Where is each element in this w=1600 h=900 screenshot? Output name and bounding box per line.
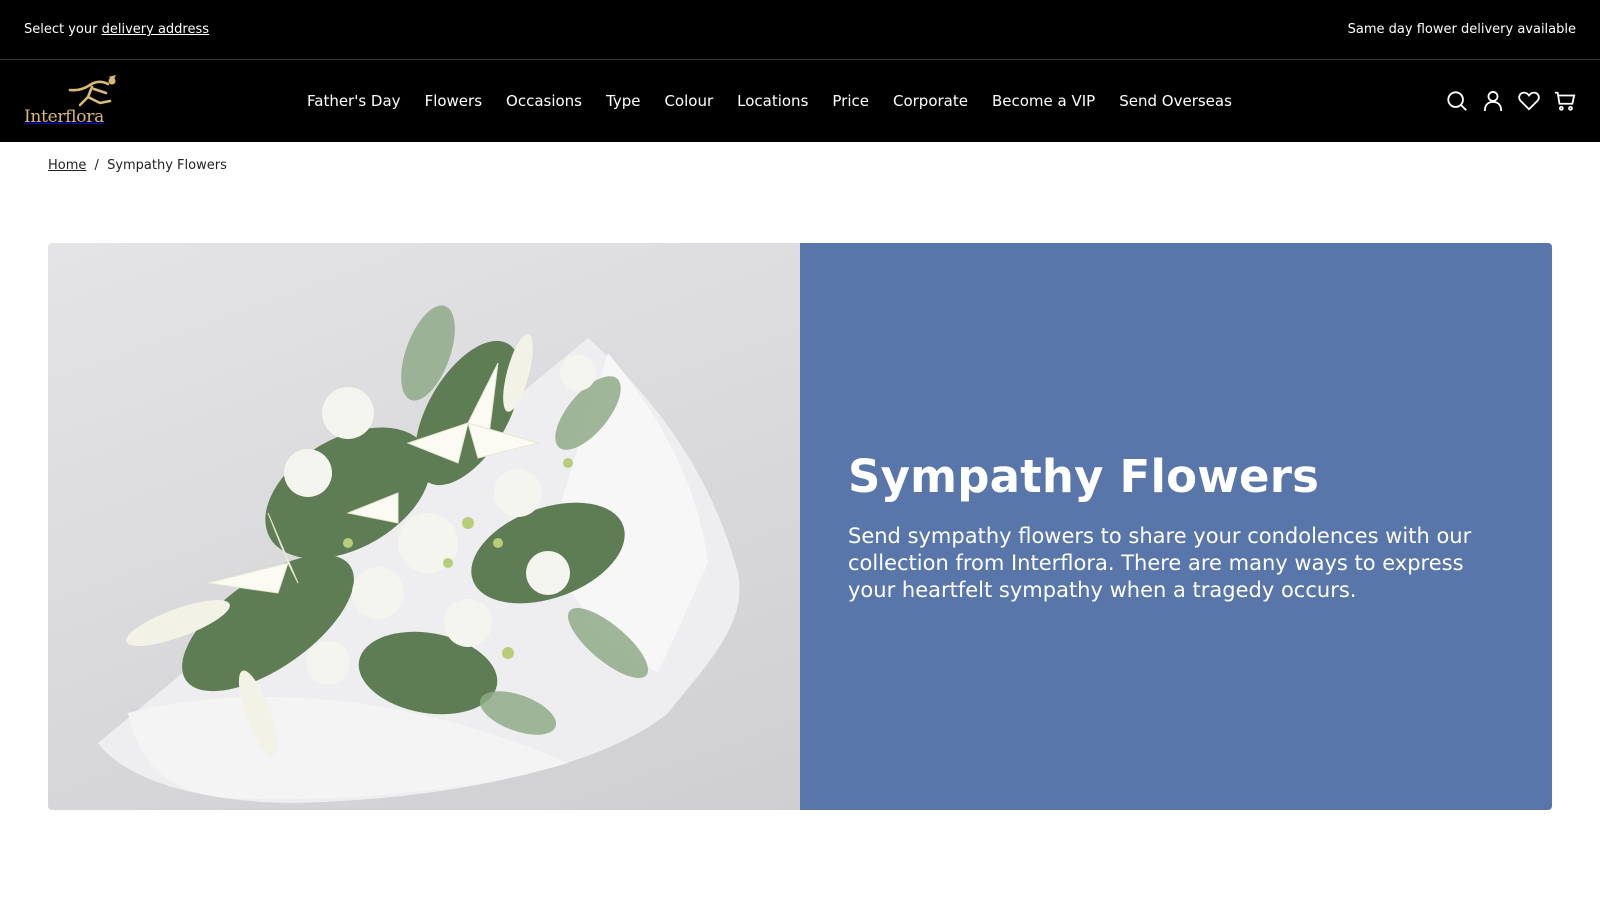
delivery-prefix: Select your [24, 22, 98, 37]
mercury-runner-icon [68, 75, 116, 107]
category-hero: Sympathy Flowers Send sympathy flowers t… [48, 243, 1552, 810]
page-description: Send sympathy flowers to share your cond… [848, 523, 1472, 602]
breadcrumb-separator: / [94, 158, 99, 173]
delivery-address-link[interactable]: delivery address [102, 22, 209, 37]
same-day-delivery-note: Same day flower delivery available [1347, 22, 1576, 37]
hero-text-panel: Sympathy Flowers Send sympathy flowers t… [800, 243, 1552, 810]
nav-corporate[interactable]: Corporate [893, 92, 968, 110]
site-header: Interflora Father's Day Flowers Occasion… [0, 60, 1600, 142]
wishlist-heart-icon[interactable] [1518, 90, 1540, 112]
main-navigation: Father's Day Flowers Occasions Type Colo… [307, 60, 1232, 142]
sympathy-bouquet-image [48, 243, 800, 810]
nav-price[interactable]: Price [832, 92, 869, 110]
nav-fathers-day[interactable]: Father's Day [307, 92, 401, 110]
cart-icon[interactable] [1554, 90, 1576, 112]
delivery-address-prompt: Select your delivery address [24, 22, 209, 37]
search-icon[interactable] [1446, 90, 1468, 112]
account-icon[interactable] [1482, 90, 1504, 112]
breadcrumb: Home / Sympathy Flowers [48, 158, 227, 173]
breadcrumb-home[interactable]: Home [48, 158, 86, 173]
nav-type[interactable]: Type [606, 92, 640, 110]
nav-become-a-vip[interactable]: Become a VIP [992, 92, 1095, 110]
page-title: Sympathy Flowers [848, 449, 1320, 503]
nav-flowers[interactable]: Flowers [425, 92, 482, 110]
nav-send-overseas[interactable]: Send Overseas [1119, 92, 1232, 110]
interflora-logo[interactable]: Interflora [24, 75, 128, 127]
nav-locations[interactable]: Locations [737, 92, 808, 110]
breadcrumb-current: Sympathy Flowers [107, 158, 227, 173]
nav-colour[interactable]: Colour [664, 92, 713, 110]
nav-occasions[interactable]: Occasions [506, 92, 582, 110]
promo-bar: Select your delivery address Same day fl… [0, 0, 1600, 60]
header-actions [1446, 60, 1576, 142]
